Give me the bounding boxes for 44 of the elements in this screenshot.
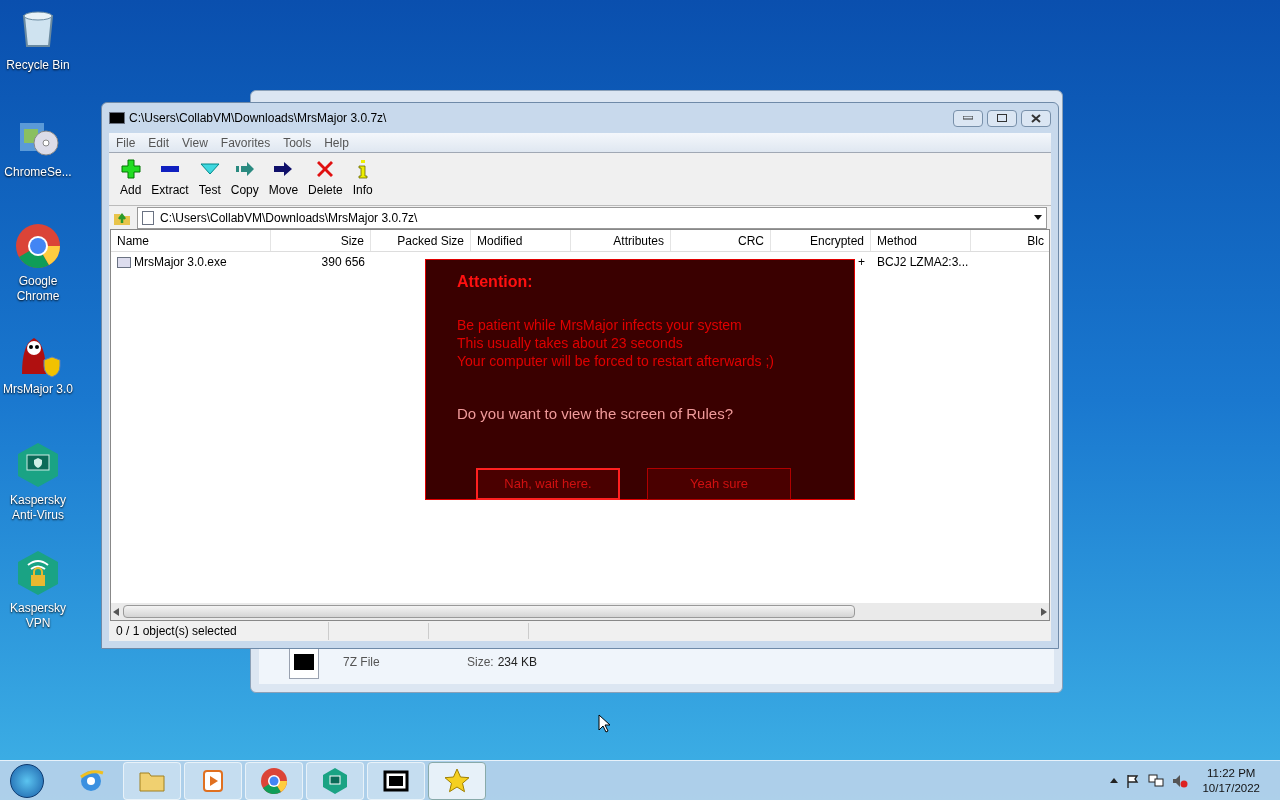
- toolbar-button[interactable]: Info: [349, 159, 376, 199]
- warning-text: This usually takes about 23 seconds: [457, 334, 684, 352]
- dialog-title: Attention:: [457, 272, 534, 292]
- size-value: 234 KB: [497, 654, 538, 671]
- column-header[interactable]: Encrypted: [771, 230, 871, 251]
- desktop-icon-label[interactable]: Kaspersky Anti-Virus: [0, 493, 76, 523]
- address-text: C:\Users\CollabVM\Downloads\MrsMajor 3.0.7z\: [160, 209, 418, 227]
- table-cell-text: +: [858, 254, 865, 271]
- toolbar-button[interactable]: Add: [117, 159, 145, 199]
- warning-text: Your computer will be forced to restart afterwards ;): [457, 352, 775, 370]
- toolbar-button[interactable]: Delete: [305, 159, 346, 199]
- menu-item[interactable]: Help: [324, 133, 349, 152]
- desktop-icon-label[interactable]: MrsMajor 3.0: [0, 382, 76, 397]
- address-bar[interactable]: C:\Users\CollabVM\Downloads\MrsMajor 3.0.7z\: [137, 206, 1047, 229]
- column-header[interactable]: Size: [271, 230, 371, 251]
- column-header[interactable]: Name: [111, 230, 271, 251]
- window-title: C:\Users\CollabVM\Downloads\MrsMajor 3.0.7z\: [129, 110, 387, 127]
- menu-item[interactable]: Favorites: [220, 133, 271, 152]
- desktop-icon-label[interactable]: Google Chrome: [0, 274, 76, 304]
- toolbar-button[interactable]: Move: [265, 159, 302, 199]
- size-label: Size:: [467, 654, 494, 671]
- file-type-text: 7Z File: [343, 654, 381, 671]
- menu-item[interactable]: Edit: [148, 133, 170, 152]
- table-cell-text: BCJ2 LZMA2:3...: [877, 254, 969, 271]
- question-text: Do you want to view the screen of Rules?: [457, 404, 734, 424]
- warning-text: Be patient while MrsMajor infects your system: [457, 316, 743, 334]
- toolbar-button[interactable]: Test: [195, 159, 224, 199]
- column-header[interactable]: Modified: [471, 230, 571, 251]
- menu-item[interactable]: File: [116, 133, 136, 152]
- column-header[interactable]: Attributes: [571, 230, 671, 251]
- column-header[interactable]: Method: [871, 230, 971, 251]
- toolbar-button[interactable]: Copy: [227, 159, 262, 199]
- column-header[interactable]: Packed Size: [371, 230, 471, 251]
- table-cell-text: 390 656: [321, 254, 365, 271]
- toolbar-button[interactable]: Extract: [148, 159, 192, 199]
- desktop-icon-label[interactable]: Recycle Bin: [0, 58, 76, 73]
- menu-item[interactable]: View: [182, 133, 208, 152]
- menu-item[interactable]: Tools: [283, 133, 312, 152]
- desktop-icon-label[interactable]: ChromeSe...: [0, 165, 76, 180]
- column-header[interactable]: CRC: [671, 230, 771, 251]
- table-cell-text: MrsMajor 3.0.exe: [134, 254, 227, 271]
- clock[interactable]: 11:22 PM 10/17/2022: [1202, 765, 1260, 796]
- column-header[interactable]: Blc: [971, 230, 1049, 251]
- status-text: 0 / 1 object(s) selected: [109, 622, 329, 640]
